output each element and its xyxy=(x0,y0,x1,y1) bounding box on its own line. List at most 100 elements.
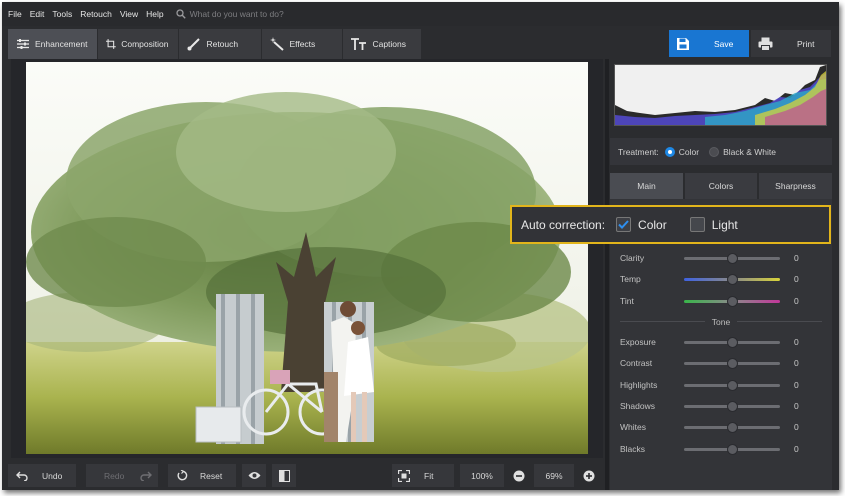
redo-button[interactable]: Redo xyxy=(86,464,158,487)
radio-black-white[interactable] xyxy=(709,146,720,157)
divider xyxy=(737,321,822,322)
slider-value: 0 xyxy=(794,358,799,368)
slider-value: 0 xyxy=(794,401,799,411)
eye-icon xyxy=(248,472,260,479)
menu-file[interactable]: File xyxy=(8,9,22,19)
tab-effects-label: Effects xyxy=(289,39,316,49)
temp-slider[interactable] xyxy=(684,273,780,285)
slider-knob[interactable] xyxy=(727,273,738,285)
slider-label: Temp xyxy=(620,274,641,284)
auto-light-label[interactable]: Light xyxy=(712,218,738,232)
tab-composition[interactable]: Composition xyxy=(98,29,179,59)
zoom-out-button[interactable] xyxy=(510,464,528,487)
slider-knob[interactable] xyxy=(727,443,738,455)
tab-enhancement[interactable]: Enhancement xyxy=(8,29,98,59)
search-box[interactable]: What do you want to do? xyxy=(175,9,284,19)
slider-value: 0 xyxy=(794,422,799,432)
menu-tools[interactable]: Tools xyxy=(52,9,72,19)
save-icon xyxy=(677,37,689,50)
radio-color[interactable] xyxy=(664,146,675,157)
tone-header: Tone xyxy=(711,317,731,327)
bottom-bar: Undo Redo Reset Fit 100% 69% xyxy=(2,461,605,490)
slider-label: Contrast xyxy=(620,358,653,368)
photo-canvas[interactable] xyxy=(11,59,603,458)
undo-icon xyxy=(16,471,28,481)
slider-knob[interactable] xyxy=(727,336,738,348)
auto-color-checkbox[interactable] xyxy=(616,217,632,232)
auto-correction-label: Auto correction: xyxy=(521,217,606,232)
main-toolbar: Enhancement Composition Retouch Effects … xyxy=(8,29,422,59)
slider-label: Exposure xyxy=(620,337,656,347)
slider-knob[interactable] xyxy=(727,252,738,264)
auto-color-label[interactable]: Color xyxy=(638,218,667,232)
tab-captions[interactable]: Captions xyxy=(343,29,422,59)
radio-black-white-label[interactable]: Black & White xyxy=(723,147,776,157)
slider-knob[interactable] xyxy=(727,357,738,369)
auto-light-checkbox[interactable] xyxy=(689,217,705,232)
fit-screen-icon xyxy=(398,469,410,482)
slider-knob[interactable] xyxy=(727,295,738,307)
zoom-level-value: 69% xyxy=(545,470,563,481)
print-button[interactable]: Print xyxy=(751,30,831,57)
auto-correction-box: Auto correction: Color Light xyxy=(510,205,831,244)
text-icon xyxy=(351,37,367,50)
tab-colors[interactable]: Colors xyxy=(685,173,757,199)
compare-icon xyxy=(278,469,290,482)
zoom-100-label: 100% xyxy=(471,470,493,481)
undo-button[interactable]: Undo xyxy=(8,464,76,487)
menu-view[interactable]: View xyxy=(120,9,138,19)
treatment-row: Treatment: Color Black & White xyxy=(610,138,832,165)
slider-label: Highlights xyxy=(620,380,658,390)
blacks-slider[interactable] xyxy=(684,443,780,455)
slider-row-highlights: Highlights 0 xyxy=(620,378,825,392)
slider-value: 0 xyxy=(794,337,799,347)
tint-slider[interactable] xyxy=(684,295,780,307)
shadows-slider[interactable] xyxy=(684,400,780,412)
search-input[interactable]: What do you want to do? xyxy=(190,9,284,19)
slider-label: Blacks xyxy=(620,444,646,454)
highlights-slider[interactable] xyxy=(684,379,780,391)
slider-row-clarity: Clarity 0 xyxy=(620,251,825,265)
zoom-100-button[interactable]: 100% xyxy=(460,464,504,487)
crop-icon xyxy=(106,39,117,49)
panel-separator[interactable] xyxy=(605,59,609,490)
menu-bar: File Edit Tools Retouch View Help What d… xyxy=(2,2,839,26)
tab-sharpness[interactable]: Sharpness xyxy=(759,173,832,199)
slider-knob[interactable] xyxy=(727,379,738,391)
slider-knob[interactable] xyxy=(727,400,738,412)
tab-effects[interactable]: Effects xyxy=(262,29,343,59)
slider-label: Clarity xyxy=(620,253,645,263)
reset-button[interactable]: Reset xyxy=(168,464,236,487)
whites-slider[interactable] xyxy=(684,421,780,433)
undo-label: Undo xyxy=(42,470,63,481)
radio-color-label[interactable]: Color xyxy=(679,147,699,157)
slider-row-whites: Whites 0 xyxy=(620,420,825,434)
contrast-slider[interactable] xyxy=(684,357,780,369)
slider-value: 0 xyxy=(794,274,799,284)
zoom-level-field[interactable]: 69% xyxy=(534,464,574,487)
clarity-slider[interactable] xyxy=(684,252,780,264)
slider-value: 0 xyxy=(794,380,799,390)
slider-knob[interactable] xyxy=(727,421,738,433)
print-label: Print xyxy=(797,38,815,49)
menu-help[interactable]: Help xyxy=(146,9,163,19)
redo-icon xyxy=(140,471,153,481)
slider-row-contrast: Contrast 0 xyxy=(620,356,825,370)
tab-main[interactable]: Main xyxy=(610,173,683,199)
compare-button[interactable] xyxy=(272,464,296,487)
photo-image xyxy=(26,62,588,454)
slider-label: Tint xyxy=(620,296,634,306)
reset-label: Reset xyxy=(200,470,223,481)
menu-edit[interactable]: Edit xyxy=(30,9,45,19)
adjust-tabs: Main Colors Sharpness xyxy=(610,173,832,199)
fit-button[interactable]: Fit xyxy=(392,464,454,487)
preview-button[interactable] xyxy=(242,464,266,487)
zoom-in-button[interactable] xyxy=(580,464,598,487)
magic-wand-icon xyxy=(270,37,285,51)
exposure-slider[interactable] xyxy=(684,336,780,348)
menu-retouch[interactable]: Retouch xyxy=(80,9,112,19)
slider-row-blacks: Blacks 0 xyxy=(620,442,825,456)
slider-value: 0 xyxy=(794,296,799,306)
tab-retouch[interactable]: Retouch xyxy=(179,29,262,59)
save-button[interactable]: Save xyxy=(669,30,749,57)
